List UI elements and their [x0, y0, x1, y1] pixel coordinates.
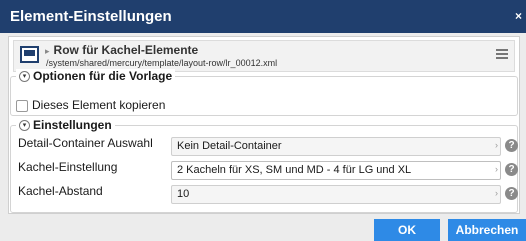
collapse-toggle-icon[interactable]: ▾: [19, 71, 30, 83]
close-icon[interactable]: ×: [515, 9, 522, 23]
element-path: /system/shared/mercury/template/layout-r…: [46, 58, 278, 68]
ok-button[interactable]: OK: [374, 219, 440, 241]
tile-spacing-select[interactable]: 10 ›: [171, 185, 501, 204]
tile-setting-value: 2 Kacheln für XS, SM und MD - 4 für LG u…: [177, 164, 412, 176]
help-icon[interactable]: ?: [505, 139, 518, 152]
element-header: ▸ Row für Kachel-Elemente /system/shared/…: [13, 40, 515, 72]
copy-element-checkbox[interactable]: [16, 99, 28, 112]
template-options-group: ▾ Optionen für die Vorlage Dieses Element…: [10, 69, 518, 116]
tile-setting-label: Kachel-Einstellung: [18, 160, 118, 174]
chevron-right-icon: ›: [495, 140, 498, 150]
tile-setting-select[interactable]: 2 Kacheln für XS, SM und MD - 4 für LG u…: [171, 161, 501, 180]
help-icon[interactable]: ?: [505, 163, 518, 176]
chevron-right-icon: ›: [495, 164, 498, 174]
element-type-icon: [20, 46, 39, 63]
help-icon[interactable]: ?: [505, 187, 518, 200]
settings-title: Einstellungen: [33, 118, 112, 132]
copy-element-label: Dieses Element kopieren: [32, 98, 166, 112]
detail-container-select[interactable]: Kein Detail-Container ›: [171, 137, 501, 156]
collapse-toggle-icon[interactable]: ▾: [19, 120, 30, 132]
element-title-text: Row für Kachel-Elemente: [53, 43, 199, 57]
template-options-title: Optionen für die Vorlage: [33, 69, 173, 83]
tile-spacing-label: Kachel-Abstand: [18, 184, 103, 198]
detail-container-label: Detail-Container Auswahl: [18, 136, 153, 150]
hamburger-menu-icon[interactable]: [496, 49, 508, 59]
cancel-button[interactable]: Abbrechen: [448, 219, 526, 241]
chevron-right-icon: ›: [495, 188, 498, 198]
dialog-title: Element-Einstellungen: [10, 8, 172, 25]
template-options-legend: ▾ Optionen für die Vorlage: [16, 69, 176, 83]
copy-element-row: Dieses Element kopieren: [16, 98, 165, 112]
detail-container-value: Kein Detail-Container: [177, 140, 282, 152]
dialog-titlebar: Element-Einstellungen ×: [0, 0, 526, 33]
expand-arrow-icon[interactable]: ▸: [45, 46, 50, 56]
settings-group: ▾ Einstellungen Detail-Container Auswahl …: [10, 118, 518, 213]
settings-legend: ▾ Einstellungen: [16, 118, 115, 132]
dialog-content: ▸ Row für Kachel-Elemente /system/shared/…: [8, 36, 520, 214]
element-title: ▸ Row für Kachel-Elemente: [45, 43, 198, 57]
tile-spacing-value: 10: [177, 188, 190, 200]
